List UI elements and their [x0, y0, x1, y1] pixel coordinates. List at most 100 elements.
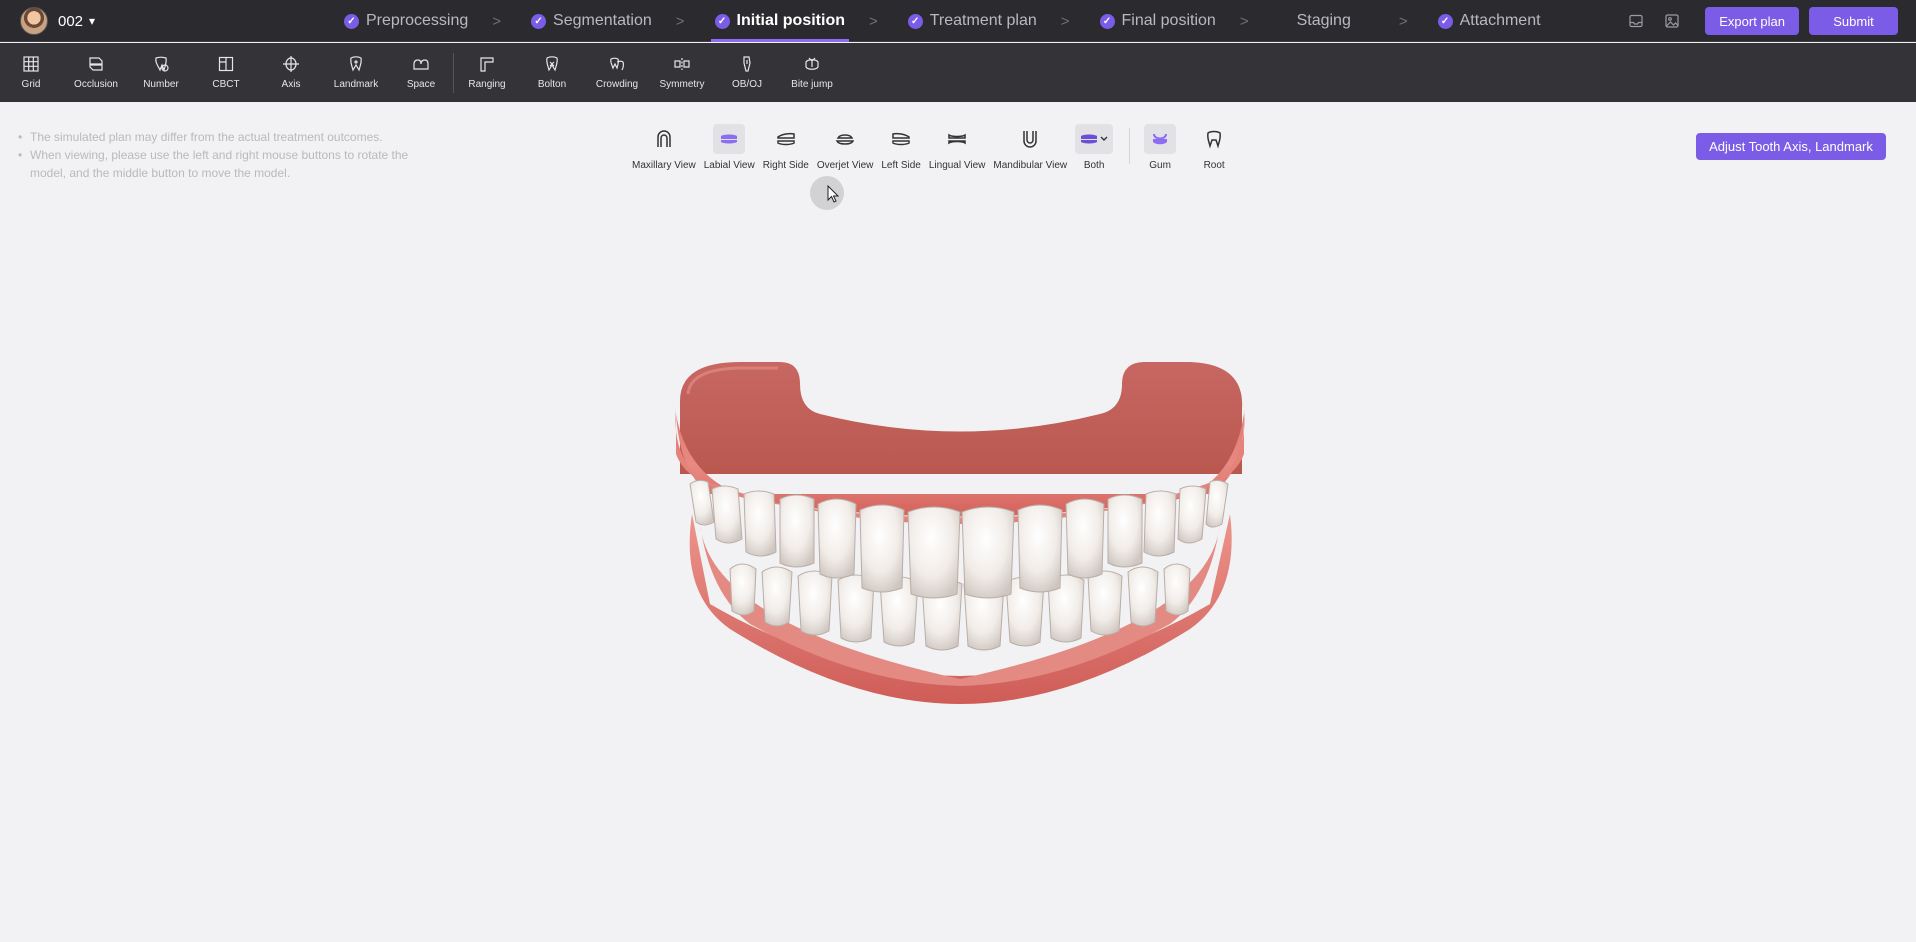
- tool-occlusion[interactable]: Occlusion: [73, 47, 119, 99]
- obj-icon: [743, 56, 751, 72]
- view-mandibular[interactable]: Mandibular View: [993, 124, 1067, 171]
- submit-button[interactable]: Submit: [1809, 7, 1898, 35]
- toggle-label: Gum: [1149, 160, 1171, 171]
- tool-landmark[interactable]: Landmark: [333, 47, 379, 99]
- tool-ranging[interactable]: Ranging: [464, 47, 510, 99]
- note-item: When viewing, please use the left and ri…: [18, 146, 438, 182]
- step-label: Attachment: [1459, 12, 1541, 29]
- toolbar-divider: [453, 52, 454, 93]
- tool-number[interactable]: Number: [138, 47, 184, 99]
- tool-label: Crowding: [595, 79, 639, 90]
- workflow-steps: ✓ Preprocessing > ✓ Segmentation > ✓ Initia…: [340, 0, 1545, 42]
- occlusion-icon: [89, 57, 103, 71]
- maxillary-view-icon: [657, 130, 671, 147]
- view-divider: [1129, 128, 1131, 164]
- tool-label: Bolton: [537, 79, 567, 90]
- step-attachment[interactable]: ✓ Attachment: [1434, 0, 1545, 42]
- step-label: Final position: [1121, 12, 1216, 29]
- view-maxillary[interactable]: Maxillary View: [632, 124, 696, 171]
- view-right-side[interactable]: Right Side: [763, 124, 809, 171]
- view-label: Overjet View: [816, 160, 874, 171]
- check-icon: ✓: [1099, 13, 1115, 29]
- grid-icon: [23, 56, 39, 72]
- mouse-cursor-indicator: [810, 176, 844, 210]
- tool-axis[interactable]: Axis: [268, 47, 314, 99]
- view-left-side[interactable]: Left Side: [881, 124, 921, 171]
- chevron-right-icon: >: [1060, 12, 1070, 30]
- chevron-right-icon: >: [675, 12, 685, 30]
- view-both[interactable]: Both: [1075, 124, 1114, 171]
- check-icon: ✓: [1437, 13, 1453, 29]
- tool-label: Grid: [21, 79, 41, 90]
- view-label: Left Side: [881, 160, 921, 171]
- mandibular-view-icon: [1023, 131, 1037, 148]
- step-staging[interactable]: Staging: [1293, 0, 1355, 42]
- tool-grid[interactable]: Grid: [8, 47, 54, 99]
- cbct-icon: [218, 56, 234, 72]
- tool-symmetry[interactable]: Symmetry: [659, 47, 705, 99]
- toggle-root[interactable]: Root: [1198, 124, 1230, 171]
- chevron-right-icon: >: [868, 12, 878, 30]
- view-label: Right Side: [762, 160, 809, 171]
- tool-label: OB/OJ: [731, 79, 762, 90]
- chevron-right-icon: >: [1398, 12, 1408, 30]
- view-label: Both: [1083, 160, 1105, 171]
- view-label: Maxillary View: [632, 160, 696, 171]
- inbox-icon[interactable]: [1623, 8, 1649, 34]
- step-treatment-plan[interactable]: ✓ Treatment plan: [904, 0, 1041, 42]
- tool-bolton[interactable]: Bolton: [529, 47, 575, 99]
- symmetry-icon: [674, 58, 690, 70]
- view-labial[interactable]: Labial View: [704, 124, 755, 171]
- toggle-gum[interactable]: Gum: [1144, 124, 1177, 171]
- gum-icon: [1153, 133, 1168, 145]
- toggle-label: Root: [1203, 160, 1225, 171]
- tool-label: Symmetry: [659, 79, 705, 90]
- view-label: Mandibular View: [993, 160, 1068, 171]
- tool-label: CBCT: [212, 79, 240, 90]
- view-lingual[interactable]: Lingual View: [928, 124, 986, 171]
- tool-ob-oj[interactable]: OB/OJ: [724, 47, 770, 99]
- tool-label: Occlusion: [74, 79, 118, 90]
- view-selector: Maxillary View Labial View Right Side Ov…: [632, 124, 1238, 171]
- tool-crowding[interactable]: Crowding: [594, 47, 640, 99]
- tool-bite-jump[interactable]: Bite jump: [789, 47, 835, 99]
- view-label: Labial View: [703, 160, 755, 171]
- chevron-down-icon: ▾: [89, 14, 96, 28]
- patient-selector[interactable]: 002 ▾: [20, 7, 95, 35]
- model-viewport[interactable]: The simulated plan may differ from the a…: [0, 102, 1916, 942]
- tool-label: Axis: [281, 79, 301, 90]
- step-label: Segmentation: [553, 12, 652, 29]
- image-icon[interactable]: [1659, 8, 1685, 34]
- tool-space[interactable]: Space: [398, 47, 444, 99]
- viewing-notes: The simulated plan may differ from the a…: [18, 128, 438, 182]
- tool-label: Landmark: [333, 79, 379, 90]
- axis-icon: [283, 56, 299, 72]
- left-side-icon: [892, 132, 910, 146]
- patient-id: 002: [58, 12, 84, 30]
- right-side-icon: [777, 132, 795, 146]
- root-icon: [1207, 130, 1222, 149]
- step-segmentation[interactable]: ✓ Segmentation: [527, 0, 656, 42]
- step-label: Treatment plan: [929, 12, 1037, 29]
- step-label: Initial position: [736, 12, 845, 29]
- step-preprocessing[interactable]: ✓ Preprocessing: [340, 0, 472, 42]
- adjust-tooth-axis-button[interactable]: Adjust Tooth Axis, Landmark: [1696, 133, 1886, 160]
- both-view-icon: [1081, 134, 1108, 144]
- bolton-icon: [546, 56, 558, 72]
- tool-cbct[interactable]: CBCT: [203, 47, 249, 99]
- overjet-view-icon: [835, 134, 855, 145]
- dental-model-3d[interactable]: [670, 354, 1250, 714]
- landmark-icon: [350, 56, 362, 72]
- crowding-icon: [610, 57, 625, 71]
- step-final-position[interactable]: ✓ Final position: [1096, 0, 1220, 42]
- view-overjet[interactable]: Overjet View: [816, 124, 874, 171]
- view-label: Lingual View: [928, 160, 986, 171]
- tool-label: Ranging: [468, 79, 506, 90]
- check-icon: ✓: [714, 13, 730, 29]
- tool-label: Space: [406, 79, 436, 90]
- tool-bar: Grid Occlusion Number CBCT Axis Landmark…: [0, 43, 1916, 102]
- step-initial-position[interactable]: ✓ Initial position: [710, 0, 850, 42]
- tool-label: Bite jump: [791, 79, 833, 90]
- number-icon: [155, 56, 169, 72]
- export-plan-button[interactable]: Export plan: [1705, 7, 1799, 35]
